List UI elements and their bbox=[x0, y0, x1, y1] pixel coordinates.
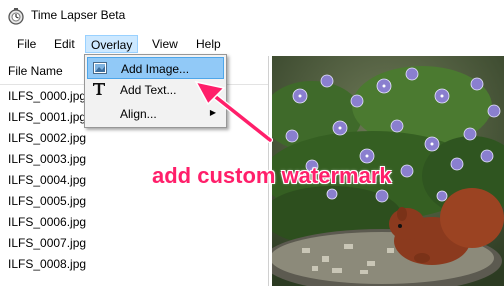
annotation-arrow bbox=[194, 80, 273, 143]
annotation-text: add custom watermark bbox=[152, 163, 392, 188]
